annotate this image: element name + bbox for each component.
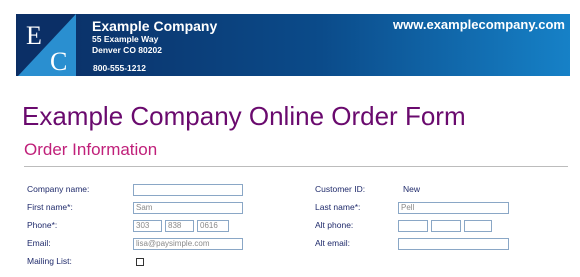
email-label: Email:	[27, 238, 51, 248]
section-title: Order Information	[24, 140, 158, 159]
page-title: Example Company Online Order Form	[22, 101, 466, 131]
phone-line-input[interactable]: 0616	[197, 220, 229, 232]
company-phone: 800-555-1212	[93, 63, 146, 73]
company-name-input[interactable]	[133, 184, 243, 196]
company-address-line1: 55 Example Way	[92, 34, 159, 44]
company-name-label: Company name:	[27, 184, 90, 194]
alt-phone-area-code-input[interactable]	[398, 220, 428, 232]
logo-letter-e: E	[26, 21, 42, 50]
email-input[interactable]: lisa@paysimple.com	[133, 238, 243, 250]
mailing-list-checkbox[interactable]	[136, 258, 144, 266]
first-name-input[interactable]: Sam	[133, 202, 243, 214]
last-name-input[interactable]: Pell	[398, 202, 509, 214]
alt-phone-line-input[interactable]	[464, 220, 492, 232]
customer-id-label: Customer ID:	[315, 184, 366, 194]
alt-phone-label: Alt phone:	[315, 220, 354, 230]
logo-letter-c: C	[50, 47, 67, 76]
company-name: Example Company	[92, 18, 218, 34]
company-address-line2: Denver CO 80202	[92, 45, 162, 55]
alt-phone-prefix-input[interactable]	[431, 220, 461, 232]
phone-prefix-input[interactable]: 838	[165, 220, 194, 232]
company-info: Example Company 55 Example Way Denver CO…	[92, 18, 217, 56]
alt-email-label: Alt email:	[315, 238, 350, 248]
company-logo: E C	[18, 14, 76, 76]
company-website: www.examplecompany.com	[393, 17, 565, 32]
mailing-list-label: Mailing List:	[27, 256, 72, 266]
phone-area-code-input[interactable]: 303	[133, 220, 162, 232]
first-name-label: First name*:	[27, 202, 73, 212]
phone-label: Phone*:	[27, 220, 58, 230]
customer-id-value: New	[403, 184, 421, 194]
section-divider	[24, 166, 568, 167]
last-name-label: Last name*:	[315, 202, 361, 212]
alt-email-input[interactable]	[398, 238, 509, 250]
